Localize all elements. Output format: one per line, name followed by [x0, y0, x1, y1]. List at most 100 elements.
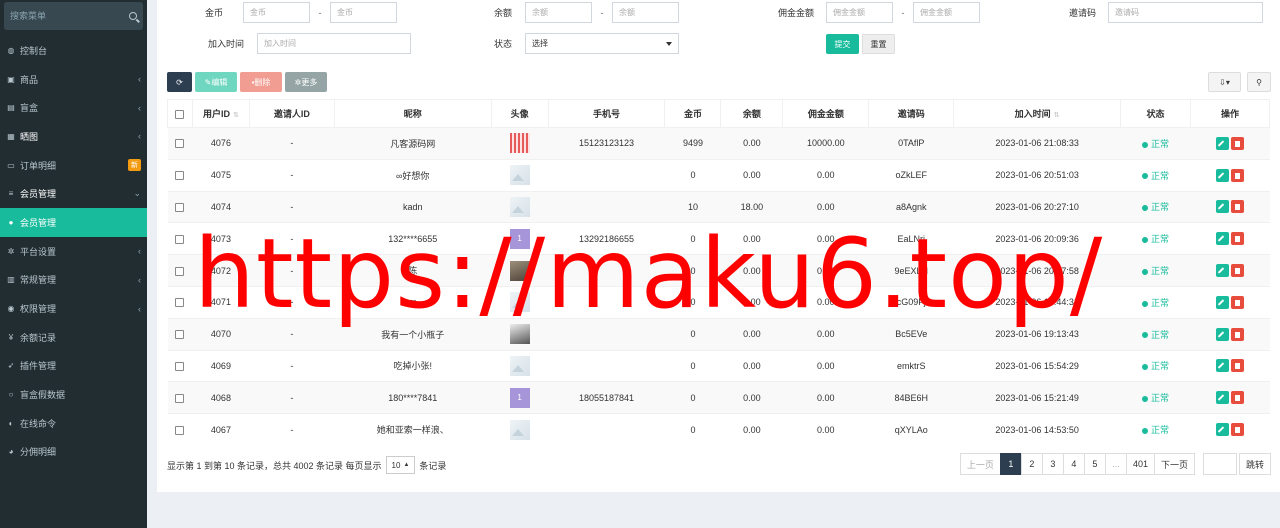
commission-max-input[interactable] — [913, 2, 980, 23]
table-row: 4067- 她和亚索一样浪、 0 0.00 0.00 qXYLAo 2023-01-06 1… — [167, 413, 1270, 446]
row-delete-button[interactable] — [1230, 295, 1244, 309]
page-button[interactable]: 5 — [1083, 453, 1106, 475]
sidebar-item[interactable]: ▤ 盲盒 ‹ — [0, 93, 147, 122]
row-edit-button[interactable] — [1215, 295, 1229, 309]
row-delete-button[interactable] — [1230, 264, 1244, 278]
default-avatar-image[interactable] — [509, 292, 530, 313]
sidebar-item-label: 会员管理 — [20, 189, 57, 200]
row-checkbox[interactable] — [175, 139, 185, 149]
default-avatar-image[interactable] — [509, 355, 530, 376]
menu-search-input[interactable] — [10, 11, 129, 21]
row-checkbox[interactable] — [175, 425, 185, 435]
avatar-image[interactable] — [509, 133, 530, 154]
row-edit-button[interactable] — [1215, 264, 1229, 278]
col-user-id[interactable]: 用户ID ⇅ — [191, 99, 250, 128]
sidebar-item[interactable]: ➶ 插件管理 — [0, 352, 147, 381]
row-edit-button[interactable] — [1215, 327, 1229, 341]
page-button[interactable]: 401 — [1125, 453, 1155, 475]
default-avatar-image[interactable] — [509, 165, 530, 186]
edit-button[interactable]: ✎ 编辑 — [195, 72, 237, 92]
sidebar-item[interactable]: ○ 盲盒假数据 — [0, 380, 147, 409]
sidebar-item[interactable]: ✲ 平台设置 ‹ — [0, 237, 147, 266]
avatar-image[interactable] — [509, 260, 530, 281]
number-avatar[interactable]: 1 — [509, 228, 530, 249]
commission-min-input[interactable] — [826, 2, 893, 23]
join-time-input[interactable] — [257, 33, 411, 54]
user-id-cell: 4073 — [192, 222, 250, 255]
page-button[interactable]: 4 — [1062, 453, 1085, 475]
sidebar-item[interactable]: ¥ 余额记录 — [0, 323, 147, 352]
box-icon: ▤ — [7, 103, 15, 113]
export-button[interactable]: ⇩▾ — [1208, 72, 1241, 92]
row-edit-button[interactable] — [1215, 232, 1229, 246]
avatar-cell — [491, 190, 549, 223]
row-delete-button[interactable] — [1230, 359, 1244, 373]
sidebar-item[interactable]: ▣ 商品 ‹ — [0, 65, 147, 94]
select-all-checkbox[interactable] — [175, 109, 185, 119]
row-edit-button[interactable] — [1215, 136, 1229, 150]
row-delete-button[interactable] — [1230, 232, 1244, 246]
jump-page-input[interactable] — [1202, 453, 1237, 475]
balance-max-input[interactable] — [612, 2, 679, 23]
page-size-value: 10 — [391, 460, 401, 470]
invite-code-input[interactable] — [1108, 2, 1263, 23]
avatar-image[interactable] — [509, 324, 530, 345]
sidebar-item-label: 盲盒假数据 — [20, 390, 66, 401]
number-avatar[interactable]: 1 — [509, 387, 530, 408]
row-edit-button[interactable] — [1215, 359, 1229, 373]
row-edit-button[interactable] — [1215, 391, 1229, 405]
row-checkbox[interactable] — [175, 393, 185, 403]
row-checkbox[interactable] — [175, 298, 185, 308]
phone-cell — [548, 190, 665, 223]
page-button[interactable]: 3 — [1041, 453, 1064, 475]
page-button[interactable]: 1 — [999, 453, 1022, 475]
row-delete-button[interactable] — [1230, 391, 1244, 405]
balance-min-input[interactable] — [525, 2, 592, 23]
search-icon[interactable] — [129, 12, 137, 20]
sidebar-item[interactable]: ◍ 控制台 — [0, 36, 147, 65]
sidebar-item[interactable]: ▦ 晒图 ‹ — [0, 122, 147, 151]
row-edit-button[interactable] — [1215, 200, 1229, 214]
row-delete-button[interactable] — [1230, 423, 1244, 437]
row-checkbox[interactable] — [175, 203, 185, 213]
sidebar-search — [4, 2, 143, 30]
page-size-select[interactable]: 10 ▲ — [385, 456, 416, 474]
sidebar-item[interactable]: ◐ 在线命令 — [0, 409, 147, 438]
sidebar-item[interactable]: ▥ 常规管理 ‹ — [0, 266, 147, 295]
row-delete-button[interactable] — [1230, 200, 1244, 214]
caret-down-icon — [666, 41, 672, 46]
default-avatar-image[interactable] — [509, 419, 530, 440]
sidebar-item[interactable]: ≡ 会员管理 ⌄ — [0, 179, 147, 208]
row-checkbox[interactable] — [175, 234, 185, 244]
row-checkbox[interactable] — [175, 362, 185, 372]
prev-page-button[interactable]: 上一页 — [959, 453, 1001, 475]
reset-button[interactable]: 重置 — [862, 34, 895, 54]
gold-max-input[interactable] — [330, 2, 397, 23]
refresh-button[interactable]: ⟳ — [167, 72, 192, 92]
status-select[interactable]: 选择 — [525, 33, 679, 54]
more-button[interactable]: ✲ 更多 — [285, 72, 327, 92]
row-delete-button[interactable] — [1230, 327, 1244, 341]
col-join-time[interactable]: 加入时间 ⇅ — [953, 99, 1122, 128]
row-checkbox[interactable] — [175, 330, 185, 340]
next-page-button[interactable]: 下一页 — [1153, 453, 1195, 475]
row-delete-button[interactable] — [1230, 136, 1244, 150]
page-button[interactable]: 2 — [1020, 453, 1043, 475]
row-edit-button[interactable] — [1215, 168, 1229, 182]
row-checkbox[interactable] — [175, 266, 185, 276]
jump-button[interactable]: 跳转 — [1238, 453, 1271, 475]
row-edit-button[interactable] — [1215, 423, 1229, 437]
sidebar-item[interactable]: ● 会员管理 — [0, 208, 147, 237]
phone-cell — [548, 285, 665, 319]
sidebar-item[interactable]: ◉ 权限管理 ‹ — [0, 294, 147, 323]
default-avatar-image[interactable] — [509, 196, 530, 217]
delete-button[interactable]: ▪ 删除 — [240, 72, 282, 92]
member-table: 用户ID ⇅ 邀请人ID 昵称 头像 手机号 金币 余额 佣金金额 邀请码 加入时… — [167, 99, 1271, 446]
table-search-button[interactable]: ⚲ — [1247, 72, 1271, 92]
row-checkbox[interactable] — [175, 171, 185, 181]
submit-button[interactable]: 提交 — [826, 34, 859, 54]
sidebar-item[interactable]: ◕ 分佣明细 — [0, 438, 147, 467]
row-delete-button[interactable] — [1230, 168, 1244, 182]
gold-min-input[interactable] — [243, 2, 310, 23]
sidebar-item[interactable]: ▭ 订单明细 新 — [0, 151, 147, 180]
